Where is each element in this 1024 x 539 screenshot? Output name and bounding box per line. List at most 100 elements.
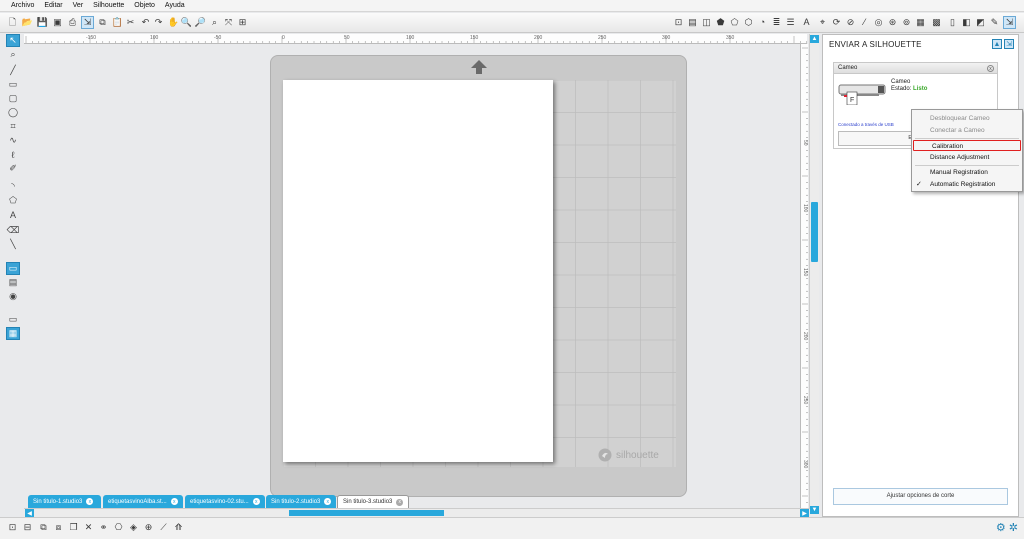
knife-icon[interactable]: ╲: [6, 238, 20, 251]
menu-ver[interactable]: Ver: [68, 2, 89, 9]
pencil-icon[interactable]: ✐: [6, 162, 20, 175]
save-as-icon[interactable]: ▣: [51, 16, 64, 29]
menu-ayuda[interactable]: Ayuda: [160, 2, 190, 9]
eraser-tool-icon[interactable]: ◩: [974, 16, 987, 29]
library-icon[interactable]: ◉: [6, 290, 20, 303]
menu-editar[interactable]: Editar: [39, 2, 67, 9]
tab-document-4[interactable]: Sin titulo-2.studio3 x: [266, 495, 336, 508]
modify-icon[interactable]: ⊘: [844, 16, 857, 29]
tab-document-3[interactable]: etiquetasvino-02.stu... x: [185, 495, 265, 508]
pan-hand-icon[interactable]: ✋: [167, 16, 180, 29]
copy-icon[interactable]: ⧉: [96, 16, 109, 29]
registration-icon[interactable]: ◫: [700, 16, 713, 29]
fill-pattern-icon[interactable]: ⬡: [742, 16, 755, 29]
save-icon[interactable]: 💾: [36, 16, 49, 29]
design-page-icon[interactable]: ▭: [6, 313, 20, 326]
adjust-cut-settings-button[interactable]: Ajustar opciones de corte: [833, 488, 1008, 505]
vertical-scroll-thumb[interactable]: [811, 202, 818, 262]
zoom-in-icon[interactable]: 🔍: [180, 16, 193, 29]
duplicate-icon[interactable]: ❐: [67, 521, 80, 534]
select-icon[interactable]: ↖: [6, 34, 20, 47]
tab-document-1[interactable]: Sin titulo-1.studio3 x: [28, 495, 101, 508]
close-icon[interactable]: x: [252, 498, 260, 505]
line-style-icon[interactable]: ≣: [770, 16, 783, 29]
page-icon[interactable]: ▯: [946, 16, 959, 29]
fill-color-icon[interactable]: ⬟: [714, 16, 727, 29]
rounded-rect-icon[interactable]: ▢: [6, 92, 20, 105]
send-to-cutter-icon[interactable]: ⇲: [81, 16, 94, 29]
curve-icon[interactable]: ∿: [6, 134, 20, 147]
image-effects-icon[interactable]: ▦: [914, 16, 927, 29]
eraser-icon[interactable]: ⌫: [6, 224, 20, 237]
menu-item-unlock[interactable]: Desbloquear Cameo: [912, 113, 1022, 124]
release-compound-icon[interactable]: ⧈: [52, 521, 65, 534]
delete-icon[interactable]: ✕: [82, 521, 95, 534]
offset-icon[interactable]: ⁄: [858, 16, 871, 29]
make-compound-icon[interactable]: ⧉: [37, 521, 50, 534]
trace-tool-icon[interactable]: ◈: [127, 521, 140, 534]
cut-settings-icon[interactable]: ⊛: [886, 16, 899, 29]
collapse-panel-icon[interactable]: ▲: [992, 39, 1002, 49]
design-view-icon[interactable]: ▭: [6, 262, 20, 275]
scroll-right-icon[interactable]: ▶: [800, 509, 809, 517]
vertical-scrollbar[interactable]: ▲ ▼: [809, 34, 819, 516]
fit-page-icon[interactable]: ⊞: [236, 16, 249, 29]
tab-document-2[interactable]: etiquetasvinoAlba.st... x: [103, 495, 183, 508]
grid-icon[interactable]: ⊡: [672, 16, 685, 29]
menu-item-distance-adjustment[interactable]: Distance Adjustment: [912, 152, 1022, 163]
print-icon[interactable]: ⎙: [66, 16, 79, 29]
close-icon[interactable]: x: [396, 498, 403, 506]
text-icon[interactable]: A: [6, 208, 20, 221]
send-panel-icon[interactable]: ▩: [930, 16, 943, 29]
horizontal-scrollbar[interactable]: ◀ ▶: [24, 508, 810, 517]
cut-icon[interactable]: ✂: [124, 16, 137, 29]
freehand-icon[interactable]: ℓ: [6, 148, 20, 161]
zoom-select-icon[interactable]: ⌕: [208, 16, 221, 29]
scroll-down-icon[interactable]: ▼: [810, 506, 819, 514]
close-icon[interactable]: x: [86, 498, 94, 505]
replicate-icon[interactable]: ⟳: [830, 16, 843, 29]
text-style-icon[interactable]: A: [800, 16, 813, 29]
menu-item-calibration[interactable]: Calibration: [913, 140, 1021, 151]
regular-polygon-icon[interactable]: ⬠: [6, 194, 20, 207]
print-cut-icon[interactable]: ⊕: [142, 521, 155, 534]
menu-item-automatic-registration[interactable]: ✓ Automatic Registration: [912, 179, 1022, 190]
close-icon[interactable]: x: [170, 498, 178, 505]
offset-tool-icon[interactable]: ⎔: [112, 521, 125, 534]
menu-item-connect[interactable]: Conectar a Cameo: [912, 125, 1022, 136]
polygon-icon[interactable]: ⌗: [6, 120, 20, 133]
ellipse-icon[interactable]: ◯: [6, 106, 20, 119]
line-color-icon[interactable]: ◔: [756, 16, 769, 29]
scroll-up-icon[interactable]: ▲: [810, 35, 819, 43]
group-icon[interactable]: ⊡: [6, 521, 19, 534]
line-icon[interactable]: ╱: [6, 64, 20, 77]
undo-icon[interactable]: ↶: [139, 16, 152, 29]
gear-icon[interactable]: ⚙: [996, 521, 1006, 534]
menu-objeto[interactable]: Objeto: [129, 2, 160, 9]
close-icon[interactable]: x: [324, 498, 331, 505]
zoom-drag-icon[interactable]: ⤧: [222, 16, 235, 29]
cameo-cutter-icon[interactable]: F: [838, 83, 888, 105]
store-icon[interactable]: ▤: [6, 276, 20, 289]
paper-page[interactable]: [283, 80, 553, 462]
node-edit-icon[interactable]: ⌕: [6, 48, 20, 61]
sketch-icon[interactable]: ⊚: [900, 16, 913, 29]
page-setup-icon[interactable]: ▤: [686, 16, 699, 29]
arc-icon[interactable]: ◝: [6, 180, 20, 193]
redo-icon[interactable]: ↷: [152, 16, 165, 29]
scroll-left-icon[interactable]: ◀: [25, 509, 34, 517]
fill-gradient-icon[interactable]: ⬠: [728, 16, 741, 29]
rectangle-icon[interactable]: ▭: [6, 78, 20, 91]
weld-icon[interactable]: ⚭: [97, 521, 110, 534]
close-icon[interactable]: x: [987, 65, 994, 72]
line-width-icon[interactable]: ☰: [784, 16, 797, 29]
menu-silhouette[interactable]: Silhouette: [88, 2, 129, 9]
paste-icon[interactable]: 📋: [111, 16, 124, 29]
detach-panel-icon[interactable]: ⇲: [1004, 39, 1014, 49]
menu-item-manual-registration[interactable]: Manual Registration: [912, 167, 1022, 178]
library-panel-icon[interactable]: ◧: [960, 16, 973, 29]
zoom-out-icon[interactable]: 🔎: [194, 16, 207, 29]
align-icon[interactable]: ⟋: [157, 521, 170, 534]
knife-tool-icon[interactable]: ✎: [988, 16, 1001, 29]
menu-archivo[interactable]: Archivo: [6, 2, 39, 9]
